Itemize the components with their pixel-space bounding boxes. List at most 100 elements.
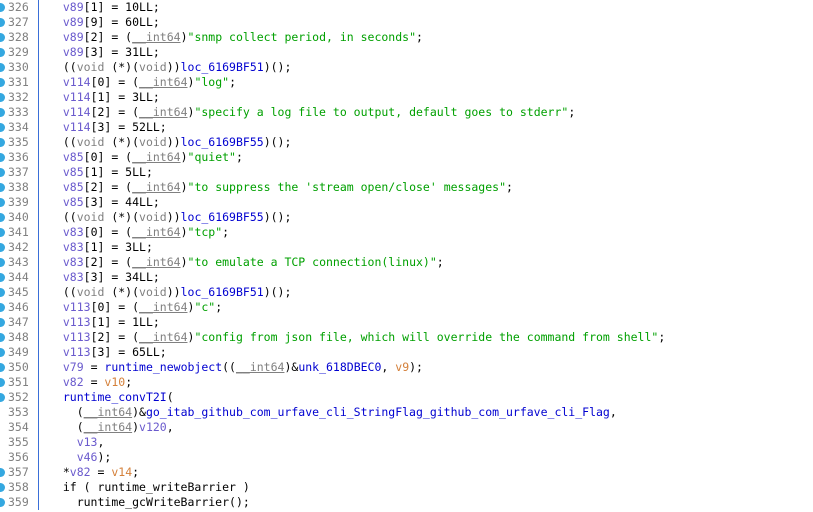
code-text[interactable]: v114[0] = (__int64)"log"; (39, 75, 236, 90)
code-line[interactable]: 356 v46); (0, 450, 813, 465)
code-text[interactable]: v113[2] = (__int64)"config from json fil… (39, 330, 665, 345)
code-line[interactable]: 350 v79 = runtime_newobject((__int64)&un… (0, 360, 813, 375)
code-line[interactable]: 344 v83[3] = 34LL; (0, 270, 813, 285)
code-text[interactable]: v83[2] = (__int64)"to emulate a TCP conn… (39, 255, 444, 270)
code-text[interactable]: (__int64)v120, (39, 420, 174, 435)
token-lvar[interactable]: v114 (63, 75, 91, 89)
token-lvar[interactable]: v13 (77, 435, 98, 449)
code-text[interactable]: runtime_convT2I( (39, 390, 174, 405)
code-line[interactable]: 351 v82 = v10; (0, 375, 813, 390)
code-line[interactable]: 334 v114[3] = 52LL; (0, 120, 813, 135)
code-text[interactable]: ((void (*)(void))loc_6169BF55)(); (39, 135, 292, 150)
code-text[interactable]: ((void (*)(void))loc_6169BF51)(); (39, 285, 292, 300)
token-reg[interactable]: v10 (104, 375, 125, 389)
code-text[interactable]: (__int64)&go_itab_github_com_urfave_cli_… (39, 405, 617, 420)
code-line[interactable]: 341 v83[0] = (__int64)"tcp"; (0, 225, 813, 240)
code-line[interactable]: 333 v114[2] = (__int64)"specify a log fi… (0, 105, 813, 120)
token-lvar[interactable]: v113 (63, 300, 91, 314)
code-text[interactable]: if ( runtime_writeBarrier ) (39, 480, 250, 495)
code-text[interactable]: v89[2] = (__int64)"snmp collect period, … (39, 30, 423, 45)
code-text[interactable]: v46); (39, 450, 112, 465)
token-loc[interactable]: unk_618DBEC0 (298, 360, 381, 374)
code-line[interactable]: 349 v113[3] = 65LL; (0, 345, 813, 360)
code-text[interactable]: v89[1] = 10LL; (39, 0, 160, 15)
token-lvar[interactable]: v120 (139, 420, 167, 434)
token-lvar[interactable]: v85 (63, 180, 84, 194)
token-reg[interactable]: v14 (111, 465, 132, 479)
code-text[interactable]: v114[1] = 3LL; (39, 90, 160, 105)
token-lvar[interactable]: v83 (63, 255, 84, 269)
token-lvar[interactable]: v89 (63, 30, 84, 44)
code-text[interactable]: v89[3] = 31LL; (39, 45, 160, 60)
code-text[interactable]: v114[3] = 52LL; (39, 120, 167, 135)
token-lvar[interactable]: v114 (63, 105, 91, 119)
code-text[interactable]: v13, (39, 435, 105, 450)
token-lvar[interactable]: v82 (63, 375, 84, 389)
code-text[interactable]: v85[0] = (__int64)"quiet"; (39, 150, 243, 165)
code-line[interactable]: 338 v85[2] = (__int64)"to suppress the '… (0, 180, 813, 195)
code-text[interactable]: *v82 = v14; (39, 465, 139, 480)
code-line[interactable]: 345 ((void (*)(void))loc_6169BF51)(); (0, 285, 813, 300)
code-line[interactable]: 326 v89[1] = 10LL; (0, 0, 813, 15)
token-loc[interactable]: go_itab_github_com_urfave_cli_StringFlag… (146, 405, 610, 419)
token-lvar[interactable]: v85 (63, 195, 84, 209)
token-lvar[interactable]: v46 (77, 450, 98, 464)
code-text[interactable]: v85[3] = 44LL; (39, 195, 160, 210)
token-func[interactable]: runtime_newobject (104, 360, 222, 374)
code-line[interactable]: 348 v113[2] = (__int64)"config from json… (0, 330, 813, 345)
code-line[interactable]: 330 ((void (*)(void))loc_6169BF51)(); (0, 60, 813, 75)
code-text[interactable]: runtime_gcWriteBarrier(); (39, 495, 250, 510)
token-lvar[interactable]: v85 (63, 150, 84, 164)
code-text[interactable]: v114[2] = (__int64)"specify a log file t… (39, 105, 575, 120)
code-line[interactable]: 343 v83[2] = (__int64)"to emulate a TCP … (0, 255, 813, 270)
code-text[interactable]: v85[2] = (__int64)"to suppress the 'stre… (39, 180, 513, 195)
code-line[interactable]: 347 v113[1] = 1LL; (0, 315, 813, 330)
code-line[interactable]: 353 (__int64)&go_itab_github_com_urfave_… (0, 405, 813, 420)
code-text[interactable]: v85[1] = 5LL; (39, 165, 153, 180)
code-line[interactable]: 346 v113[0] = (__int64)"c"; (0, 300, 813, 315)
token-lvar[interactable]: v83 (63, 270, 84, 284)
code-text[interactable]: v113[0] = (__int64)"c"; (39, 300, 222, 315)
code-line[interactable]: 355 v13, (0, 435, 813, 450)
code-line[interactable]: 357 *v82 = v14; (0, 465, 813, 480)
code-text[interactable]: v113[1] = 1LL; (39, 315, 160, 330)
code-line[interactable]: 327 v89[9] = 60LL; (0, 15, 813, 30)
token-loc[interactable]: loc_6169BF51 (181, 60, 264, 74)
code-text[interactable]: v83[1] = 3LL; (39, 240, 153, 255)
token-loc[interactable]: loc_6169BF55 (181, 135, 264, 149)
code-text[interactable]: v89[9] = 60LL; (39, 15, 160, 30)
code-line[interactable]: 339 v85[3] = 44LL; (0, 195, 813, 210)
code-line[interactable]: 358 if ( runtime_writeBarrier ) (0, 480, 813, 495)
code-line[interactable]: 352 runtime_convT2I( (0, 390, 813, 405)
code-line[interactable]: 340 ((void (*)(void))loc_6169BF55)(); (0, 210, 813, 225)
code-line[interactable]: 328 v89[2] = (__int64)"snmp collect peri… (0, 30, 813, 45)
code-line[interactable]: 336 v85[0] = (__int64)"quiet"; (0, 150, 813, 165)
token-lvar[interactable]: v114 (63, 120, 91, 134)
code-line[interactable]: 331 v114[0] = (__int64)"log"; (0, 75, 813, 90)
token-loc[interactable]: loc_6169BF51 (181, 285, 264, 299)
token-lvar[interactable]: v113 (63, 345, 91, 359)
token-lvar[interactable]: v79 (63, 360, 84, 374)
code-text[interactable]: ((void (*)(void))loc_6169BF51)(); (39, 60, 292, 75)
token-lvar[interactable]: v89 (63, 0, 84, 14)
code-text[interactable]: v113[3] = 65LL; (39, 345, 167, 360)
code-line[interactable]: 354 (__int64)v120, (0, 420, 813, 435)
code-text[interactable]: v79 = runtime_newobject((__int64)&unk_61… (39, 360, 423, 375)
token-reg[interactable]: v9 (395, 360, 409, 374)
token-loc[interactable]: loc_6169BF55 (181, 210, 264, 224)
code-text[interactable]: ((void (*)(void))loc_6169BF55)(); (39, 210, 292, 225)
token-lvar[interactable]: v113 (63, 330, 91, 344)
token-lvar[interactable]: v113 (63, 315, 91, 329)
token-lvar[interactable]: v114 (63, 90, 91, 104)
token-lvar[interactable]: v89 (63, 15, 84, 29)
code-line[interactable]: 332 v114[1] = 3LL; (0, 90, 813, 105)
code-text[interactable]: v83[3] = 34LL; (39, 270, 160, 285)
pseudocode-code-view[interactable]: 326 v89[1] = 10LL; 327 v89[9] = 60LL; 328 … (0, 0, 813, 512)
code-line[interactable]: 342 v83[1] = 3LL; (0, 240, 813, 255)
token-lvar[interactable]: v89 (63, 45, 84, 59)
token-func[interactable]: runtime_convT2I (63, 390, 167, 404)
token-lvar[interactable]: v83 (63, 240, 84, 254)
code-text[interactable]: v83[0] = (__int64)"tcp"; (39, 225, 229, 240)
code-line[interactable]: 337 v85[1] = 5LL; (0, 165, 813, 180)
token-lvar[interactable]: v85 (63, 165, 84, 179)
